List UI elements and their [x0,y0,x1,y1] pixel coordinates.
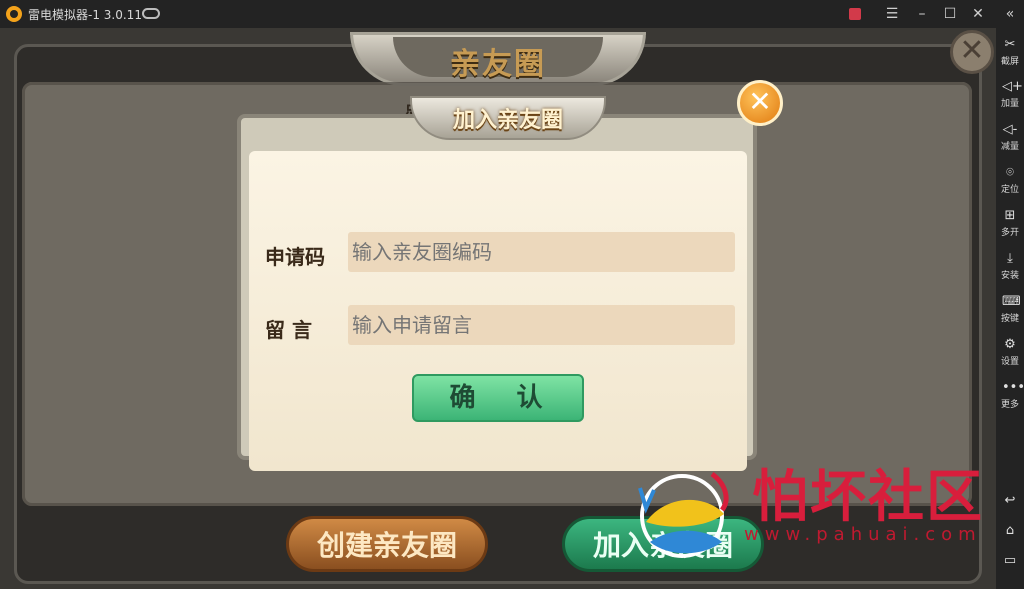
watermark-url: www.pahuai.com [744,524,982,545]
modal-title-plaque: 加入亲友圈 [410,96,606,140]
multi-open-icon: ⊞ [1004,208,1016,223]
sidebar-item-label: 安装 [1000,271,1019,281]
home-icon: ⌂ [1005,523,1015,538]
sidebar-item-label: 更多 [1000,400,1019,410]
emulator-sidebar: ✂ 截屏 ◁+ 加量 ◁- 减量 ⌾ 定位 ⊞ 多开 ⤓ 安装 ⌨ 按键 ⚙ 设 [996,28,1024,589]
watermark-fish-logo-icon [638,471,729,558]
gift-icon[interactable] [849,8,861,20]
app-logo-icon [6,6,22,22]
collapse-sidebar-icon[interactable]: « [1000,4,1020,24]
sidebar-item-volume-up[interactable]: ◁+ 加量 [996,79,1024,110]
sidebar-item-location[interactable]: ⌾ 定位 [996,165,1024,196]
sidebar-item-label: 截屏 [1000,57,1019,67]
sidebar-item-install[interactable]: ⤓ 安装 [996,251,1024,282]
sidebar-item-more[interactable]: ••• 更多 [996,380,1024,411]
android-back-button[interactable]: ↩ [996,494,1024,510]
code-input[interactable] [348,232,735,272]
sidebar-item-label: 多开 [1000,228,1019,238]
recent-apps-icon: ▭ [1003,553,1017,568]
more-icon: ••• [1002,380,1024,395]
sidebar-item-volume-down[interactable]: ◁- 减量 [996,122,1024,153]
sidebar-item-label: 定位 [1000,185,1019,195]
sidebar-item-keymap[interactable]: ⌨ 按键 [996,294,1024,325]
settings-icon: ⚙ [1004,337,1016,352]
sidebar-item-label: 加量 [1000,99,1019,109]
sidebar-item-settings[interactable]: ⚙ 设置 [996,337,1024,368]
maximize-icon[interactable]: ☐ [940,4,960,24]
minimize-icon[interactable]: – [912,4,932,24]
watermark-text: 怕坏社区 [752,464,984,530]
location-icon: ⌾ [1006,165,1014,180]
title-plaque: 亲友圈 [350,32,646,86]
volume-down-icon: ◁- [1002,122,1018,137]
message-label: 留 言 [265,318,312,342]
scissors-icon: ✂ [1004,37,1016,52]
sidebar-item-label: 减量 [1000,142,1019,152]
volume-up-icon: ◁+ [1002,79,1023,94]
modal-title: 加入亲友圈 [452,108,563,133]
confirm-button[interactable]: 确 认 [412,374,584,422]
title-bar: 雷电模拟器-1 3.0.11 ☰ – ☐ ✕ « [0,0,1024,28]
create-circle-button[interactable]: 创建亲友圈 [286,516,488,572]
menu-icon[interactable]: ☰ [882,4,902,24]
outer-close-button[interactable]: ✕ [950,30,994,74]
page-title: 亲友圈 [450,47,546,82]
android-recent-button[interactable]: ▭ [996,554,1024,570]
emulator-window: 雷电模拟器-1 3.0.11 ☰ – ☐ ✕ « 亲友圈 点击对应亲友圈即可进入… [0,0,1024,589]
message-input[interactable] [348,305,735,345]
sidebar-item-label: 设置 [1000,357,1019,367]
sidebar-item-multi-open[interactable]: ⊞ 多开 [996,208,1024,239]
keyboard-icon: ⌨ [1002,294,1021,309]
android-home-button[interactable]: ⌂ [996,524,1024,540]
modal-close-button[interactable]: ✕ [737,80,783,126]
gamepad-icon[interactable] [142,8,160,19]
sidebar-item-label: 按键 [1000,314,1019,324]
back-icon: ↩ [1004,493,1016,508]
window-title: 雷电模拟器-1 3.0.11 [28,8,142,22]
close-icon[interactable]: ✕ [968,4,988,24]
code-label: 申请码 [265,245,325,269]
install-apk-icon: ⤓ [1007,251,1013,266]
sidebar-item-screenshot[interactable]: ✂ 截屏 [996,37,1024,68]
